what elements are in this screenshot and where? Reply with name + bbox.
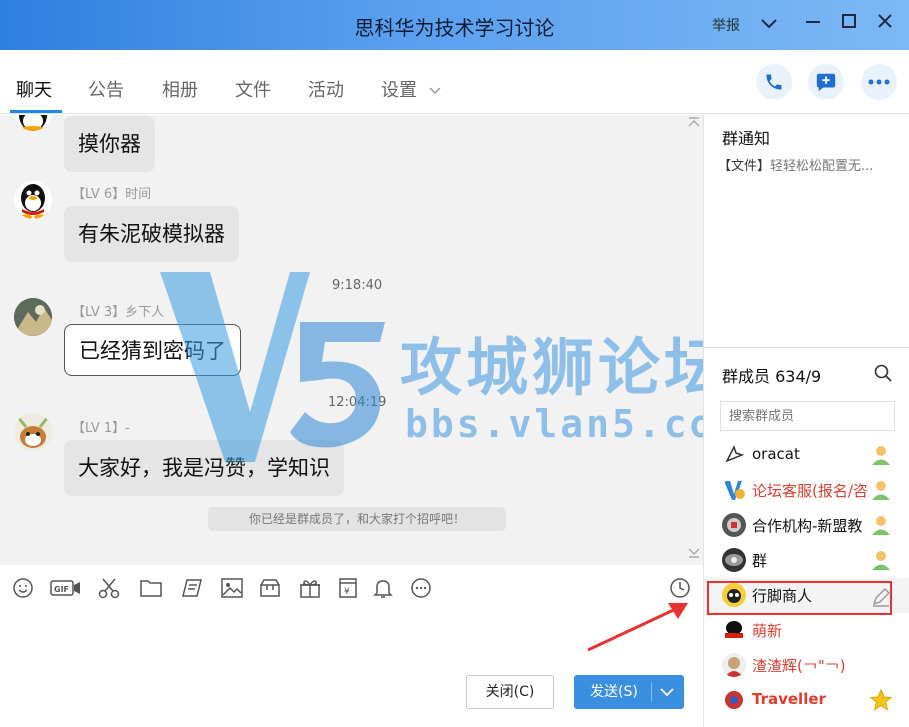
divider bbox=[704, 347, 909, 348]
tab-settings-label: 设置 bbox=[381, 80, 417, 101]
call-button[interactable] bbox=[756, 64, 792, 100]
close-icon[interactable] bbox=[872, 11, 898, 37]
group-sidebar: 群通知 【文件】轻轻松松配置无... 群成员 634/9 oracat 论坛客服… bbox=[703, 115, 909, 727]
owner-star-icon bbox=[870, 689, 892, 711]
member-avatar bbox=[722, 688, 746, 712]
active-tab-indicator bbox=[10, 110, 62, 113]
notice-text: 轻轻松松配置无... bbox=[770, 159, 874, 174]
more-tools-icon[interactable] bbox=[409, 577, 433, 599]
gift-icon[interactable] bbox=[298, 577, 322, 599]
search-icon[interactable] bbox=[874, 364, 892, 382]
close-button[interactable]: 关闭(C) bbox=[466, 675, 554, 709]
member-name: 渣渣辉(￢"￢) bbox=[752, 657, 846, 675]
member-search-input[interactable] bbox=[720, 401, 895, 431]
minimize-icon[interactable] bbox=[800, 11, 826, 37]
member-avatar bbox=[722, 443, 746, 467]
member-name: 群 bbox=[752, 552, 768, 570]
scroll-down-icon[interactable] bbox=[688, 548, 700, 558]
avatar[interactable] bbox=[14, 413, 52, 451]
member-role-icon bbox=[872, 551, 890, 570]
svg-text:¥: ¥ bbox=[344, 587, 350, 597]
folder-icon[interactable] bbox=[139, 577, 163, 599]
add-chat-icon bbox=[816, 73, 836, 92]
message-bubble[interactable]: 已经猜到密码了 bbox=[64, 324, 241, 376]
more-button[interactable] bbox=[861, 64, 897, 100]
member-row[interactable]: Traveller bbox=[704, 683, 909, 718]
member-row[interactable]: oracat bbox=[704, 438, 909, 473]
send-button-divider bbox=[651, 682, 652, 702]
new-discussion-button[interactable] bbox=[808, 64, 844, 100]
member-name: oracat bbox=[752, 445, 800, 463]
red-packet-icon[interactable]: ¥ bbox=[336, 577, 360, 599]
dropdown-icon[interactable] bbox=[756, 11, 782, 37]
tab-activity[interactable]: 活动 bbox=[308, 76, 344, 102]
phone-icon bbox=[766, 74, 782, 90]
message-bubble[interactable]: 摸你器 bbox=[64, 116, 155, 172]
tab-bar: 聊天 公告 相册 文件 活动 设置 bbox=[0, 50, 909, 114]
more-icon bbox=[868, 79, 890, 85]
report-button[interactable]: 举报 bbox=[712, 15, 740, 35]
member-avatar bbox=[722, 513, 746, 537]
scroll-up-icon[interactable] bbox=[688, 117, 700, 127]
member-role-icon bbox=[872, 516, 890, 535]
notice-tag: 【文件】 bbox=[718, 159, 771, 174]
member-row[interactable]: 合作机构-新盟教 bbox=[704, 508, 909, 543]
sender-name: 【LV 1】- bbox=[72, 421, 130, 436]
chevron-down-icon bbox=[429, 87, 441, 95]
message-timestamp: 12:04:19 bbox=[328, 395, 387, 410]
tab-files[interactable]: 文件 bbox=[235, 76, 271, 102]
svg-text:GIF: GIF bbox=[54, 585, 69, 594]
member-row[interactable]: 论坛客服(报名/咨 bbox=[704, 473, 909, 508]
highlight-box bbox=[707, 581, 892, 615]
maximize-icon[interactable] bbox=[836, 11, 862, 37]
send-button[interactable]: 发送(S) bbox=[574, 675, 684, 709]
member-row[interactable]: 群 bbox=[704, 543, 909, 578]
screenshot-scissors-icon[interactable] bbox=[97, 577, 121, 599]
send-options-chevron-icon[interactable] bbox=[660, 687, 674, 697]
message-bubble[interactable]: 大家好，我是冯赞，学知识 bbox=[64, 440, 344, 496]
history-icon[interactable] bbox=[668, 577, 692, 599]
member-role-icon bbox=[872, 446, 890, 465]
gif-icon[interactable]: GIF bbox=[50, 577, 82, 599]
avatar[interactable] bbox=[14, 181, 52, 219]
member-row[interactable]: 萌新 bbox=[704, 613, 909, 648]
tab-announcement[interactable]: 公告 bbox=[88, 76, 124, 102]
sender-name: 【LV 6】时间 bbox=[72, 187, 152, 202]
image-icon[interactable] bbox=[220, 577, 244, 599]
member-avatar bbox=[722, 478, 746, 502]
chat-history[interactable]: 摸你器 【LV 6】时间 有朱泥破模拟器 9:18:40 【LV 3】乡下人 已… bbox=[0, 115, 703, 565]
message-bubble[interactable]: 有朱泥破模拟器 bbox=[64, 206, 239, 262]
shop-icon[interactable] bbox=[258, 577, 282, 599]
member-name: Traveller bbox=[752, 690, 826, 708]
group-notice-item[interactable]: 【文件】轻轻松松配置无... bbox=[718, 155, 873, 174]
member-avatar bbox=[722, 548, 746, 572]
member-avatar bbox=[722, 618, 746, 642]
tab-chat[interactable]: 聊天 bbox=[16, 76, 52, 102]
group-notice-title: 群通知 bbox=[722, 129, 771, 148]
tab-settings[interactable]: 设置 bbox=[381, 76, 441, 102]
member-role-icon bbox=[872, 481, 890, 500]
title-bar: 思科华为技术学习讨论 举报 bbox=[0, 0, 909, 50]
message-timestamp: 9:18:40 bbox=[332, 278, 383, 293]
input-toolbar: GIF ¥ bbox=[0, 565, 703, 610]
member-name: 论坛客服(报名/咨 bbox=[752, 482, 868, 500]
bell-icon[interactable] bbox=[371, 577, 395, 599]
tab-album[interactable]: 相册 bbox=[162, 76, 198, 102]
avatar[interactable] bbox=[14, 298, 52, 336]
members-count: 群成员 634/9 bbox=[722, 367, 822, 386]
emoji-icon[interactable] bbox=[11, 577, 35, 599]
send-button-label: 发送(S) bbox=[590, 684, 638, 700]
member-avatar bbox=[722, 653, 746, 677]
avatar[interactable] bbox=[14, 115, 52, 131]
score-icon[interactable] bbox=[180, 577, 204, 599]
member-name: 萌新 bbox=[752, 622, 783, 640]
system-message: 你已经是群成员了，和大家打个招呼吧！ bbox=[208, 507, 506, 531]
message-input[interactable] bbox=[0, 610, 703, 727]
member-row[interactable]: 渣渣辉(￢"￢) bbox=[704, 648, 909, 683]
member-name: 合作机构-新盟教 bbox=[752, 517, 863, 535]
sender-name: 【LV 3】乡下人 bbox=[72, 305, 165, 320]
